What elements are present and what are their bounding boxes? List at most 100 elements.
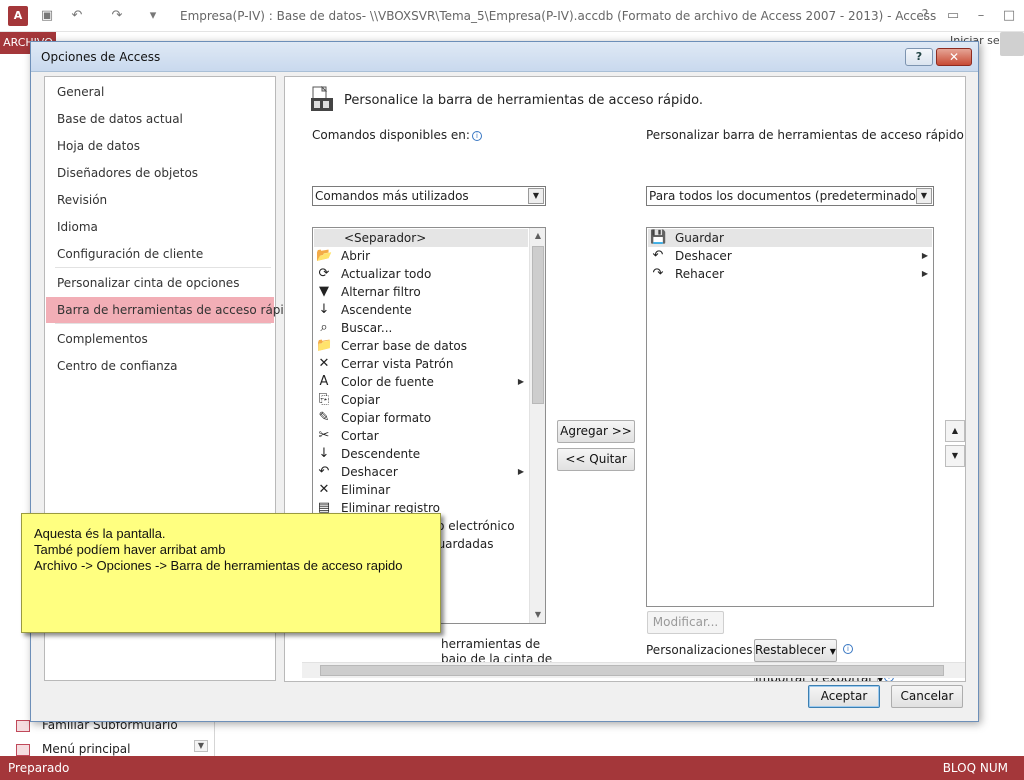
- list-item-label: Deshacer: [675, 249, 732, 263]
- scroll-thumb[interactable]: [320, 665, 944, 676]
- list-item[interactable]: ⌕ Buscar...: [314, 319, 528, 337]
- redo-icon[interactable]: ↷: [108, 7, 126, 25]
- list-item-label: <Separador>: [344, 231, 427, 245]
- close-button[interactable]: ✕: [936, 48, 972, 66]
- list-item[interactable]: ↶ Deshacer ▶: [648, 247, 932, 265]
- list-item[interactable]: ✂ Cortar: [314, 427, 528, 445]
- list-item[interactable]: ✕ Cerrar vista Patrón: [314, 355, 528, 373]
- scroll-thumb[interactable]: [532, 246, 544, 404]
- submenu-arrow-icon: ▶: [921, 269, 928, 278]
- customize-scope-value: Para todos los documentos (predeterminad…: [649, 189, 921, 203]
- dropdown-arrow-icon: ▼: [829, 647, 836, 656]
- commands-label: Comandos disponibles en: i: [312, 128, 482, 142]
- list-item[interactable]: 📂 Abrir: [314, 247, 528, 265]
- list-item-label: Alternar filtro: [341, 285, 421, 299]
- category-item[interactable]: Centro de confianza: [46, 353, 274, 379]
- maximize-icon[interactable]: □: [996, 6, 1022, 26]
- list-item-label: Color de fuente: [341, 375, 434, 389]
- list-item[interactable]: A Color de fuente ▶: [314, 373, 528, 391]
- close-view-icon: ✕: [318, 356, 330, 371]
- help-button[interactable]: ?: [905, 48, 933, 66]
- form-icon: [16, 743, 30, 756]
- nav-item-form[interactable]: Menú principal: [16, 742, 131, 756]
- add-button[interactable]: Agregar >>: [557, 420, 635, 443]
- submenu-arrow-icon: ▶: [921, 251, 928, 260]
- close-database-icon: 📁: [316, 338, 333, 353]
- list-item-label: Actualizar todo: [341, 267, 432, 281]
- list-item[interactable]: ✎ Copiar formato: [314, 409, 528, 427]
- help-icon[interactable]: ?: [912, 6, 938, 26]
- category-item[interactable]: General: [46, 79, 274, 105]
- info-icon[interactable]: i: [471, 131, 482, 141]
- list-item[interactable]: 📁 Cerrar base de datos: [314, 337, 528, 355]
- list-item[interactable]: ✕ Eliminar: [314, 481, 528, 499]
- cut-icon: ✂: [318, 428, 330, 443]
- reset-button[interactable]: Restablecer ▼: [754, 639, 837, 662]
- category-item[interactable]: Base de datos actual: [46, 106, 274, 132]
- window-title: Empresa(P-IV) : Base de datos- \\VBOXSVR…: [180, 9, 937, 23]
- category-item[interactable]: Hoja de datos: [46, 133, 274, 159]
- ok-button[interactable]: Aceptar: [808, 685, 880, 708]
- list-item[interactable]: ▼ Alternar filtro: [314, 283, 528, 301]
- info-icon[interactable]: i: [843, 644, 853, 654]
- font-color-icon: A: [319, 374, 329, 389]
- list-item-label: Rehacer: [675, 267, 725, 281]
- nav-scroll-down-icon[interactable]: ▼: [194, 740, 208, 752]
- qat-commands-list[interactable]: 💾 Guardar ↶ Deshacer ▶ ↷ Rehacer ▶: [646, 227, 934, 607]
- customizations-label: Personalizaciones:: [646, 643, 757, 657]
- list-item[interactable]: 💾 Guardar: [648, 229, 932, 247]
- list-item[interactable]: ↶ Deshacer ▶: [314, 463, 528, 481]
- category-item[interactable]: Diseñadores de objetos: [46, 160, 274, 186]
- save-icon[interactable]: ▣: [38, 7, 56, 25]
- binoculars-icon: ⌕: [320, 320, 328, 335]
- modify-button[interactable]: Modificar...: [647, 611, 724, 634]
- customize-qat-icon[interactable]: ▾: [144, 7, 162, 25]
- category-item[interactable]: Configuración de cliente: [46, 241, 274, 267]
- category-item[interactable]: Idioma: [46, 214, 274, 240]
- dropdown-arrow-icon: ▼: [916, 188, 932, 204]
- nav-item-label: Menú principal: [42, 742, 131, 756]
- customize-scope-select[interactable]: Para todos los documentos (predeterminad…: [646, 186, 934, 206]
- save-icon: 💾: [650, 230, 667, 245]
- cancel-button[interactable]: Cancelar: [891, 685, 963, 708]
- submenu-arrow-icon: ▶: [517, 377, 524, 386]
- avatar[interactable]: [1000, 32, 1024, 56]
- undo-icon[interactable]: ↶: [68, 7, 86, 25]
- list-item[interactable]: ↓ Descendente: [314, 445, 528, 463]
- commands-source-select[interactable]: Comandos más utilizados ▼: [312, 186, 546, 206]
- scroll-down-icon[interactable]: ▼: [530, 607, 545, 623]
- ribbon-display-icon[interactable]: ▭: [940, 6, 966, 26]
- minimize-icon[interactable]: –: [968, 6, 994, 26]
- list-item[interactable]: ⟳ Actualizar todo: [314, 265, 528, 283]
- list-item[interactable]: ↓ Ascendente: [314, 301, 528, 319]
- list-item[interactable]: <Separador>: [314, 229, 528, 247]
- refresh-all-icon: ⟳: [318, 266, 330, 281]
- list-item-label: Guardar: [675, 231, 724, 245]
- submenu-arrow-icon: ▶: [517, 467, 524, 476]
- list-item-label: Cerrar vista Patrón: [341, 357, 454, 371]
- qat-customize-icon: [311, 86, 333, 111]
- category-item[interactable]: Revisión: [46, 187, 274, 213]
- list-item[interactable]: ↷ Rehacer ▶: [648, 265, 932, 283]
- list-item[interactable]: ⎘ Copiar: [314, 391, 528, 409]
- access-logo-icon: A: [8, 6, 28, 26]
- category-item[interactable]: Personalizar cinta de opciones: [46, 270, 274, 296]
- remove-button[interactable]: << Quitar: [557, 448, 635, 471]
- category-item[interactable]: Barra de herramientas de acceso rápido: [46, 297, 299, 323]
- copy-icon: ⎘: [318, 392, 330, 407]
- available-commands-scrollbar[interactable]: ▲ ▼: [529, 228, 545, 623]
- horizontal-scrollbar[interactable]: [302, 662, 965, 678]
- list-item-label: Buscar...: [341, 321, 393, 335]
- category-item[interactable]: Complementos: [46, 326, 274, 352]
- folder-open-icon: 📂: [316, 248, 333, 263]
- note-line: També podíem haver arribat amb: [34, 542, 226, 557]
- scroll-up-icon[interactable]: ▲: [530, 228, 545, 244]
- sort-ascending-icon: ↓: [318, 302, 330, 317]
- move-up-icon[interactable]: ▲: [945, 420, 965, 442]
- move-down-icon[interactable]: ▼: [945, 445, 965, 467]
- list-item-label: Cortar: [341, 429, 379, 443]
- show-below-ribbon-label-line1: herramientas de: [441, 637, 541, 651]
- commands-label-text: Comandos disponibles en:: [312, 128, 470, 142]
- list-item-label: Ascendente: [341, 303, 412, 317]
- customize-label-text: Personalizar barra de herramientas de ac…: [646, 128, 966, 142]
